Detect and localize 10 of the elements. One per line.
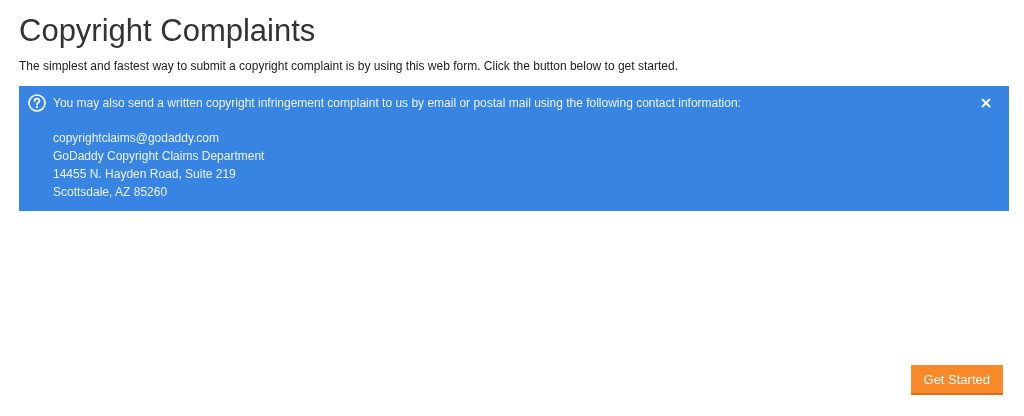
contact-line: 14455 N. Hayden Road, Suite 219 <box>53 166 236 183</box>
contact-line: copyrightclaims@godaddy.com <box>53 130 220 147</box>
intro-text: The simplest and fastest way to submit a copyright complaint is by using this web form. Click the button below to get started. <box>19 59 678 73</box>
contact-line: GoDaddy Copyright Claims Department <box>53 148 265 165</box>
close-icon[interactable] <box>981 98 991 108</box>
page-title: Copyright Complaints <box>19 12 316 50</box>
notice-message: You may also send a written copyright infringement complaint to us by email or postal mail using the following contact information: <box>53 95 741 112</box>
get-started-button[interactable]: Get Started <box>910 365 1003 395</box>
help-icon <box>28 94 46 112</box>
contact-line: Scottsdale, AZ 85260 <box>53 184 168 201</box>
